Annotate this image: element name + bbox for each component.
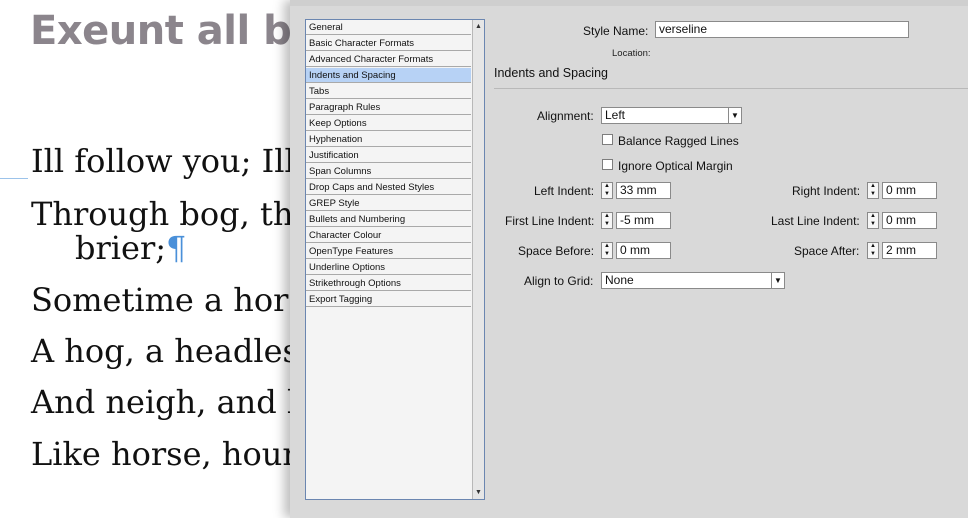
category-item[interactable]: Hyphenation (306, 132, 471, 147)
dropdown-arrow-icon: ▼ (771, 273, 784, 288)
right-indent-stepper[interactable]: ▲ ▼ (867, 182, 879, 199)
category-item[interactable]: Advanced Character Formats (306, 52, 471, 67)
text-line: And neigh, and ba (31, 383, 300, 421)
document-page: Exeunt all bu Ill follow you; Ill l Thro… (0, 0, 300, 518)
category-item[interactable]: GREP Style (306, 196, 471, 211)
first-line-indent-label: First Line Indent: (505, 214, 595, 228)
category-item[interactable]: Basic Character Formats (306, 36, 471, 51)
right-indent-input[interactable]: 0 mm (882, 182, 937, 199)
dropdown-arrow-icon: ▼ (728, 108, 741, 123)
alignment-value: Left (605, 108, 626, 122)
scroll-down-arrow-icon[interactable]: ▼ (473, 487, 484, 498)
category-scrollbar[interactable]: ▲ ▼ (472, 20, 484, 499)
left-indent-label: Left Indent: (534, 184, 595, 198)
stepper-up-icon[interactable]: ▲ (868, 243, 878, 250)
align-to-grid-value: None (605, 273, 634, 287)
space-before-stepper[interactable]: ▲ ▼ (601, 242, 613, 259)
last-line-indent-label: Last Line Indent: (771, 214, 860, 228)
dialog-title-strip (290, 0, 968, 6)
guide-line (0, 178, 28, 179)
category-item[interactable]: Bullets and Numbering (306, 212, 471, 227)
pilcrow-mark: ¶ (166, 229, 187, 267)
stepper-down-icon[interactable]: ▼ (602, 251, 612, 258)
category-item[interactable]: Paragraph Rules (306, 100, 471, 115)
category-item[interactable]: Tabs (306, 84, 471, 99)
style-name-input[interactable]: verseline (655, 21, 909, 38)
space-after-input[interactable]: 2 mm (882, 242, 937, 259)
space-after-label: Space After: (794, 244, 860, 258)
category-item-selected[interactable]: Indents and Spacing (306, 68, 471, 83)
align-to-grid-dropdown[interactable]: None ▼ (601, 272, 785, 289)
category-list[interactable]: General Basic Character Formats Advanced… (305, 19, 485, 500)
left-indent-input[interactable]: 33 mm (616, 182, 671, 199)
text-line: Through bog, thro (31, 195, 300, 233)
space-after-stepper[interactable]: ▲ ▼ (867, 242, 879, 259)
category-item[interactable]: Justification (306, 148, 471, 163)
category-item[interactable]: General (306, 20, 471, 35)
category-item[interactable]: Export Tagging (306, 292, 471, 307)
scroll-up-arrow-icon[interactable]: ▲ (473, 21, 484, 32)
alignment-label: Alignment: (537, 109, 594, 123)
paragraph-style-options-dialog: General Basic Character Formats Advanced… (290, 0, 968, 518)
right-indent-label: Right Indent: (792, 184, 861, 198)
section-divider (494, 88, 968, 89)
first-line-indent-input[interactable]: -5 mm (616, 212, 671, 229)
stepper-down-icon[interactable]: ▼ (868, 221, 878, 228)
stepper-up-icon[interactable]: ▲ (602, 243, 612, 250)
style-name-label: Style Name: (583, 24, 649, 38)
section-title: Indents and Spacing (494, 66, 608, 80)
stepper-down-icon[interactable]: ▼ (868, 251, 878, 258)
category-item[interactable]: Underline Options (306, 260, 471, 275)
first-line-indent-stepper[interactable]: ▲ ▼ (601, 212, 613, 229)
stepper-down-icon[interactable]: ▼ (602, 191, 612, 198)
space-before-label: Space Before: (518, 244, 595, 258)
category-item[interactable]: Span Columns (306, 164, 471, 179)
stepper-up-icon[interactable]: ▲ (602, 213, 612, 220)
category-item[interactable]: OpenType Features (306, 244, 471, 259)
text-line-continuation-text: brier; (75, 229, 167, 267)
stepper-up-icon[interactable]: ▲ (868, 213, 878, 220)
ignore-optical-checkbox[interactable] (602, 159, 613, 170)
text-line-continuation: brier;¶ (75, 229, 186, 267)
space-before-input[interactable]: 0 mm (616, 242, 671, 259)
align-to-grid-label: Align to Grid: (524, 274, 594, 288)
document-heading: Exeunt all bu (30, 8, 300, 54)
text-line: Sometime a horse (31, 281, 300, 319)
stepper-up-icon[interactable]: ▲ (868, 183, 878, 190)
last-line-indent-stepper[interactable]: ▲ ▼ (867, 212, 879, 229)
left-indent-stepper[interactable]: ▲ ▼ (601, 182, 613, 199)
category-item[interactable]: Character Colour (306, 228, 471, 243)
stepper-down-icon[interactable]: ▼ (868, 191, 878, 198)
text-line: A hog, a headless (31, 332, 300, 370)
category-item[interactable]: Strikethrough Options (306, 276, 471, 291)
text-line: Ill follow you; Ill l (31, 142, 300, 180)
stepper-up-icon[interactable]: ▲ (602, 183, 612, 190)
ignore-optical-label: Ignore Optical Margin (618, 159, 733, 173)
alignment-dropdown[interactable]: Left ▼ (601, 107, 742, 124)
balance-ragged-label: Balance Ragged Lines (618, 134, 739, 148)
category-item[interactable]: Drop Caps and Nested Styles (306, 180, 471, 195)
balance-ragged-checkbox[interactable] (602, 134, 613, 145)
location-label: Location: (612, 48, 651, 59)
category-item[interactable]: Keep Options (306, 116, 471, 131)
last-line-indent-input[interactable]: 0 mm (882, 212, 937, 229)
stepper-down-icon[interactable]: ▼ (602, 221, 612, 228)
text-line: Like horse, hound (31, 435, 300, 473)
